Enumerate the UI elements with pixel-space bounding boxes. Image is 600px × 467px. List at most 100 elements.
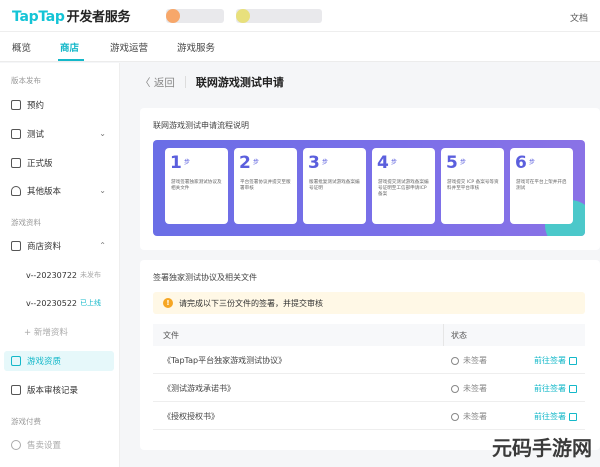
sidebar-item-game-qualification[interactable]: 游戏资质 xyxy=(4,351,114,371)
flow-banner: 1 步 游戏签署独家测试协议及相关文件 2 步 平台签署协议并提交至版署审核 3… xyxy=(153,140,585,236)
notice-banner: ! 请完成以下三份文件的签署，并提交审核 xyxy=(153,292,585,314)
sidebar-item-store-info[interactable]: 商店资料 ⌃ xyxy=(0,236,118,256)
status-text: 未签署 xyxy=(463,384,487,393)
table-header: 文件 状态 xyxy=(153,324,585,346)
flow-step: 3 步 版署批复测试游戏备案编号证明 xyxy=(303,148,366,224)
active-tab-indicator xyxy=(58,59,84,61)
release-icon xyxy=(11,158,21,168)
flow-step: 5 步 游戏提交 ICP 备案号等资料并至平台审核 xyxy=(441,148,504,224)
sign-link-label: 前往签署 xyxy=(534,412,566,421)
sidebar-item-label: 游戏资质 xyxy=(27,357,62,367)
step-unit: 步 xyxy=(184,159,191,166)
cloud-icon xyxy=(11,186,21,196)
docs-link[interactable]: 文档 xyxy=(570,11,588,24)
step-text: 游戏提交 ICP 备案号等资料并至平台审核 xyxy=(447,180,499,191)
sidebar-item-label: 正式版 xyxy=(27,159,53,169)
step-unit: 步 xyxy=(529,159,536,166)
step-number: 1 xyxy=(170,153,182,173)
file-name: 《授权授权书》 xyxy=(163,412,219,421)
step-unit: 步 xyxy=(322,159,329,166)
main-nav: 概览 商店 游戏运营 游戏服务 xyxy=(0,32,600,62)
logo[interactable]: TapTap 开发者服务 xyxy=(12,6,130,25)
sidebar-section-pay: 游戏付费 xyxy=(11,417,41,426)
external-link-icon xyxy=(569,356,577,365)
status-cell: 未签署 xyxy=(451,411,487,422)
table-row: 《TapTap平台独家游戏测试协议》 未签署 前往签署 xyxy=(153,346,585,374)
sidebar-item-pay-settings[interactable]: 售卖设置 xyxy=(0,435,118,455)
notice-text: 请完成以下三份文件的签署，并提交审核 xyxy=(179,298,323,308)
step-text: 游戏提交测试游戏备案编号证明至工信部申请ICP备案 xyxy=(378,180,429,197)
blurred-app-switcher[interactable] xyxy=(236,9,322,23)
step-number: 6 xyxy=(515,153,527,173)
page-header: 〈 返回 联网游戏测试申请 xyxy=(140,74,284,90)
clock-icon xyxy=(451,384,459,393)
file-name: 《测试游戏承诺书》 xyxy=(163,384,235,393)
test-icon xyxy=(11,129,21,139)
document-icon xyxy=(11,356,21,366)
sidebar-item-version-1[interactable]: v--20230722 未发布 xyxy=(0,265,118,285)
version-name: v--20230522 xyxy=(26,298,78,308)
sidebar-item-official[interactable]: 正式版 xyxy=(0,153,118,173)
blurred-account[interactable] xyxy=(166,9,224,23)
logo-suffix: 开发者服务 xyxy=(66,10,131,25)
tab-overview[interactable]: 概览 xyxy=(12,40,31,54)
chevron-down-icon: ⌄ xyxy=(99,186,106,195)
sidebar-item-version-2[interactable]: v--20230522 已上线 xyxy=(0,293,118,313)
status-text: 未签署 xyxy=(463,356,487,365)
file-name: 《TapTap平台独家游戏测试协议》 xyxy=(163,356,287,365)
watermark: 元码手游网 xyxy=(492,436,592,460)
step-text: 平台签署协议并提交至版署审核 xyxy=(240,180,291,191)
divider xyxy=(184,76,186,88)
clock-icon xyxy=(451,412,459,421)
sign-link[interactable]: 前往签署 xyxy=(534,411,577,422)
files-card-title: 签署独家测试协议及相关文件 xyxy=(153,273,257,282)
app-icon xyxy=(236,9,250,23)
logo-brand: TapTap xyxy=(12,9,65,25)
divider xyxy=(443,324,444,346)
top-header: TapTap 开发者服务 文档 xyxy=(0,0,600,32)
sidebar-item-test[interactable]: 测试 ⌄ xyxy=(0,124,118,144)
flow-step: 6 步 游戏可在平台上架并开启测试 xyxy=(510,148,573,224)
step-number: 4 xyxy=(377,153,389,173)
status-badge: 已上线 xyxy=(80,299,102,307)
column-header-status: 状态 xyxy=(451,331,467,340)
table-row: 《授权授权书》 未签署 前往签署 xyxy=(153,402,585,430)
clock-icon xyxy=(451,356,459,365)
step-text: 游戏可在平台上架并开启测试 xyxy=(516,180,567,191)
sign-link[interactable]: 前往签署 xyxy=(534,355,577,366)
sidebar-item-label: 版本审核记录 xyxy=(27,386,79,396)
status-badge: 未发布 xyxy=(80,271,102,279)
sidebar-section-release: 版本发布 xyxy=(11,76,41,85)
sidebar-item-label: 商店资料 xyxy=(27,242,62,252)
sign-link-label: 前往签署 xyxy=(534,356,566,365)
tab-operations[interactable]: 游戏运营 xyxy=(110,40,148,54)
sign-link[interactable]: 前往签署 xyxy=(534,383,577,394)
add-store-info-button[interactable]: + 新增资料 xyxy=(0,322,118,342)
column-header-file: 文件 xyxy=(163,331,179,340)
sidebar-item-other-versions[interactable]: 其他版本 ⌄ xyxy=(0,181,118,201)
status-cell: 未签署 xyxy=(451,355,487,366)
back-button[interactable]: 〈 返回 xyxy=(140,75,175,90)
sidebar-item-label: 其他版本 xyxy=(27,187,62,197)
sign-link-label: 前往签署 xyxy=(534,384,566,393)
table-row: 《测试游戏承诺书》 未签署 前往签署 xyxy=(153,374,585,402)
tab-store[interactable]: 商店 xyxy=(60,40,79,54)
status-cell: 未签署 xyxy=(451,383,487,394)
sidebar-item-preorder[interactable]: 预约 xyxy=(0,95,118,115)
external-link-icon xyxy=(569,384,577,393)
sidebar-item-label: 预约 xyxy=(27,101,45,111)
tab-services[interactable]: 游戏服务 xyxy=(177,40,215,54)
page-title: 联网游戏测试申请 xyxy=(195,76,284,89)
sidebar-item-review-log[interactable]: 版本审核记录 xyxy=(0,380,118,400)
step-text: 游戏签署独家测试协议及相关文件 xyxy=(171,180,222,191)
calendar-icon xyxy=(11,100,21,110)
step-text: 版署批复测试游戏备案编号证明 xyxy=(309,180,360,191)
version-name: v--20230722 xyxy=(26,270,78,280)
step-unit: 步 xyxy=(391,159,398,166)
step-number: 2 xyxy=(239,153,251,173)
step-number: 3 xyxy=(308,153,320,173)
external-link-icon xyxy=(569,412,577,421)
store-icon xyxy=(11,241,21,251)
warning-icon: ! xyxy=(163,298,173,308)
files-card: 签署独家测试协议及相关文件 ! 请完成以下三份文件的签署，并提交审核 文件 状态… xyxy=(140,260,600,450)
